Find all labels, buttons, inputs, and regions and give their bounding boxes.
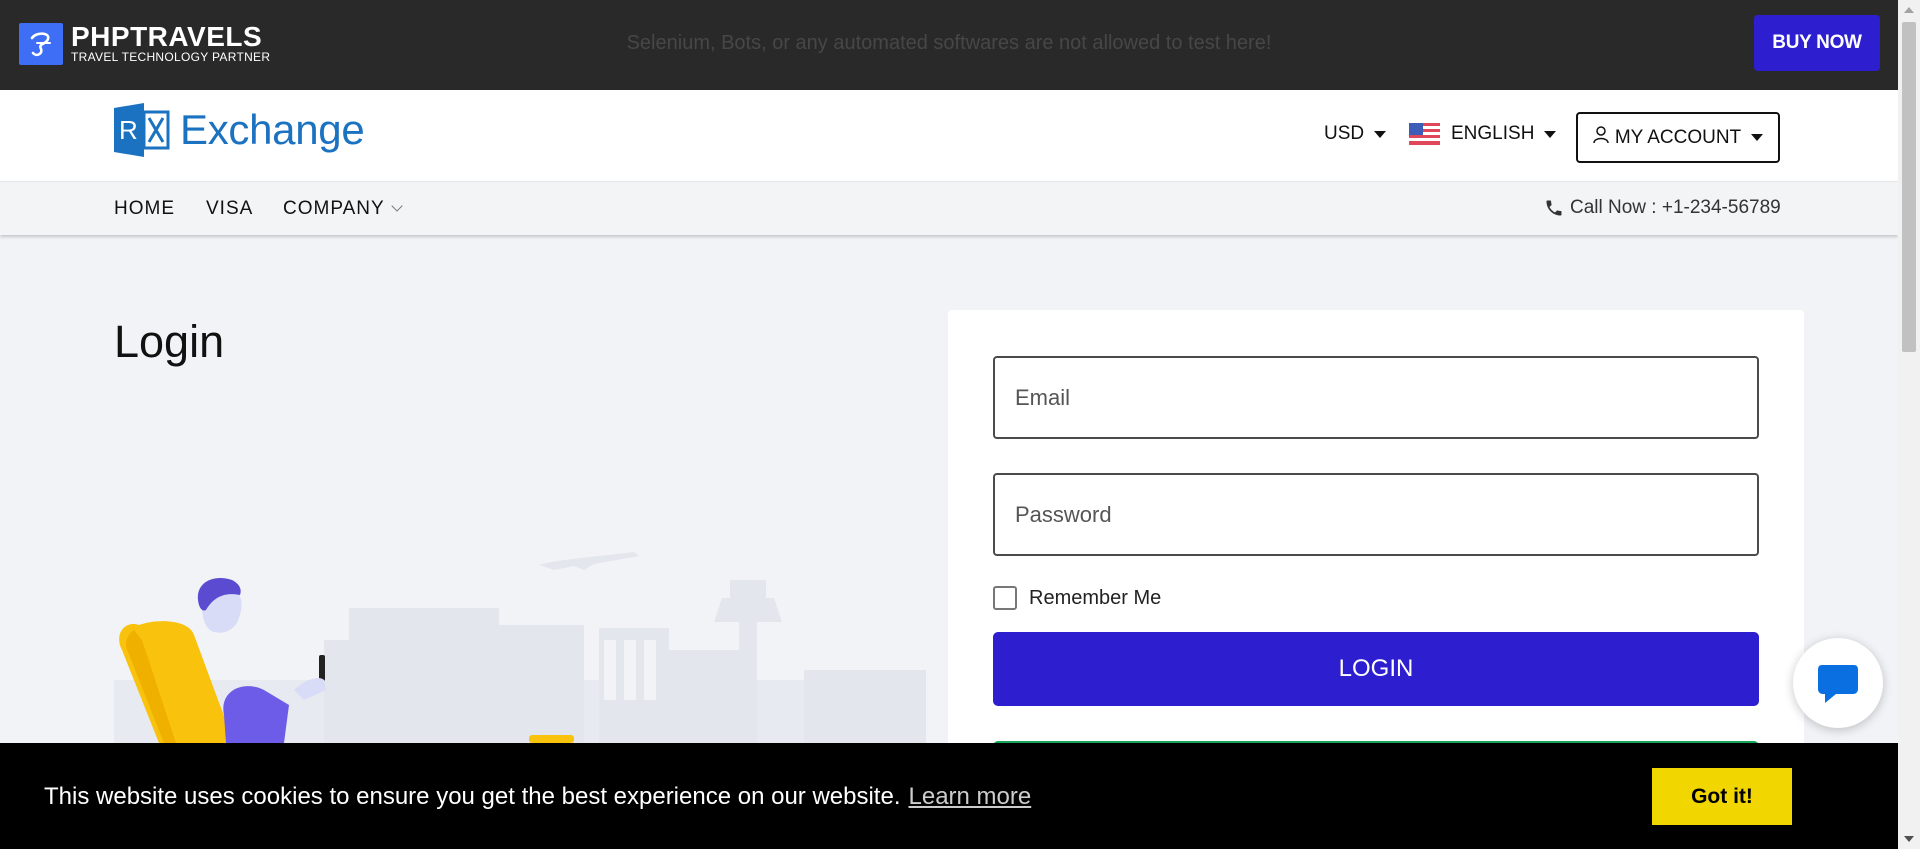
- learn-more-link[interactable]: Learn more: [909, 783, 1032, 810]
- scroll-up-arrow-icon[interactable]: [1904, 7, 1914, 13]
- site-logo-text: Exchange: [180, 106, 365, 153]
- my-account-label: MY ACCOUNT: [1614, 126, 1742, 148]
- phone-icon: [1546, 200, 1562, 216]
- page-title: Login: [114, 316, 225, 367]
- currency-label: USD: [1324, 123, 1365, 144]
- svg-text:R: R: [119, 115, 138, 145]
- email-input[interactable]: [993, 356, 1759, 439]
- exchange-logo-icon: R: [114, 103, 170, 157]
- call-now-text: Call Now : +1-234-56789: [1570, 197, 1781, 218]
- scroll-down-arrow-icon[interactable]: [1904, 836, 1914, 842]
- call-now[interactable]: Call Now : +1-234-56789: [1544, 197, 1781, 219]
- cookie-banner: This website uses cookies to ensure you …: [0, 743, 1898, 849]
- password-input[interactable]: [993, 473, 1759, 556]
- remember-me-checkbox[interactable]: [993, 586, 1017, 610]
- login-card: Remember Me LOGIN: [948, 310, 1804, 770]
- page-scrollbar[interactable]: [1898, 0, 1920, 849]
- login-button[interactable]: LOGIN: [993, 632, 1759, 706]
- site-logo[interactable]: R Exchange: [114, 103, 365, 157]
- remember-me[interactable]: Remember Me: [993, 586, 1161, 610]
- my-account-button[interactable]: MY ACCOUNT: [1576, 112, 1780, 163]
- scroll-thumb[interactable]: [1902, 22, 1916, 352]
- buy-now-button[interactable]: BUY NOW: [1754, 15, 1880, 71]
- language-label: ENGLISH: [1451, 123, 1535, 144]
- chat-icon: [1818, 665, 1858, 703]
- chevron-down-icon: [391, 200, 403, 212]
- nav-item-visa[interactable]: VISA: [206, 198, 253, 220]
- top-banner: PHPTRAVELS TRAVEL TECHNOLOGY PARTNER Sel…: [0, 0, 1898, 90]
- caret-down-icon: [1751, 134, 1764, 141]
- nav-item-company-label: COMPANY: [283, 198, 385, 219]
- main-nav: HOME VISA COMPANY Call Now : +1-234-5678…: [0, 181, 1898, 235]
- remember-me-label: Remember Me: [1029, 586, 1162, 609]
- caret-down-icon: [1544, 130, 1557, 138]
- cookie-message: This website uses cookies to ensure you …: [44, 783, 1031, 811]
- got-it-button[interactable]: Got it!: [1652, 768, 1792, 825]
- currency-dropdown[interactable]: USD: [1324, 123, 1387, 145]
- site-header: R Exchange USD ENGLISH MY ACCOUNT: [0, 90, 1898, 181]
- automation-warning: Selenium, Bots, or any automated softwar…: [626, 32, 1272, 54]
- chat-widget-button[interactable]: [1793, 638, 1883, 728]
- cookie-message-text: This website uses cookies to ensure you …: [44, 783, 901, 810]
- user-icon: [1593, 125, 1609, 143]
- us-flag-icon: [1409, 123, 1440, 145]
- language-dropdown[interactable]: ENGLISH: [1409, 123, 1557, 145]
- traveler-illustration: [114, 552, 926, 743]
- nav-item-company[interactable]: COMPANY: [283, 198, 403, 220]
- nav-item-home[interactable]: HOME: [114, 198, 175, 220]
- caret-down-icon: [1374, 130, 1387, 138]
